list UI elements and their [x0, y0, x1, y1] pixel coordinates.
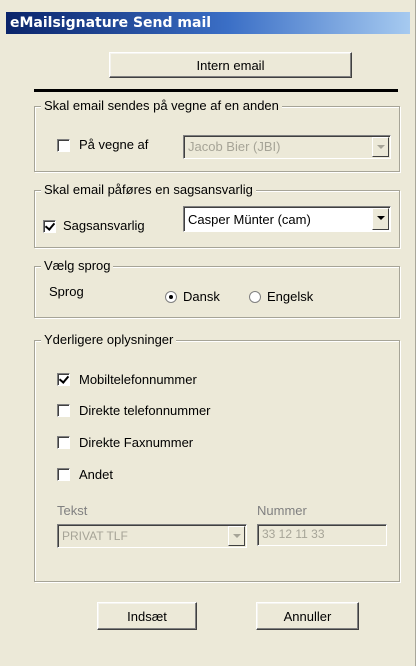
title-bar[interactable]: eMailsignature Send mail [6, 12, 410, 34]
case-responsible-label: Sagsansvarlig [63, 218, 145, 233]
info-group-legend: Yderligere oplysninger [41, 332, 177, 347]
radio-dansk-label: Dansk [183, 289, 220, 304]
case-group: Skal email påføres en sagsansvarlig Sags… [34, 182, 400, 248]
text-label: Tekst [57, 503, 88, 518]
behalf-combo[interactable]: Jacob Bier (JBI) [183, 135, 391, 159]
chevron-down-icon[interactable] [372, 137, 389, 157]
case-responsible-combo-value: Casper Münter (cam) [188, 212, 311, 227]
cancel-button[interactable]: Annuller [256, 602, 359, 630]
text-combo-value: PRIVAT TLF [62, 529, 128, 543]
number-label: Nummer [257, 503, 307, 518]
direct-fax-label: Direkte Faxnummer [79, 435, 194, 450]
case-group-legend: Skal email påføres en sagsansvarlig [41, 182, 256, 197]
radio-dansk[interactable] [165, 291, 177, 303]
text-combo[interactable]: PRIVAT TLF [57, 524, 247, 548]
case-responsible-checkbox[interactable] [43, 220, 56, 233]
mobile-number-label: Mobiltelefonnummer [79, 372, 197, 387]
language-group-legend: Vælg sprog [41, 258, 114, 273]
mobile-number-checkbox[interactable] [57, 373, 70, 386]
behalf-checkbox[interactable] [57, 139, 70, 152]
intern-email-button[interactable]: Intern email [109, 52, 352, 78]
case-responsible-combo[interactable]: Casper Münter (cam) [183, 206, 391, 232]
chevron-down-icon[interactable] [372, 208, 389, 230]
behalf-combo-value: Jacob Bier (JBI) [188, 139, 281, 154]
radio-engelsk[interactable] [249, 291, 261, 303]
number-field[interactable]: 33 12 11 33 [257, 524, 387, 546]
number-field-value: 33 12 11 33 [262, 527, 325, 541]
behalf-checkbox-label: På vegne af [79, 137, 149, 152]
window-title: eMailsignature Send mail [10, 15, 212, 31]
chevron-down-icon[interactable] [228, 526, 245, 546]
radio-engelsk-label: Engelsk [267, 289, 314, 304]
direct-phone-label: Direkte telefonnummer [79, 403, 211, 418]
send-mail-window: eMailsignature Send mail Intern email Sk… [0, 0, 416, 666]
behalf-group: Skal email sendes på vegne af en anden P… [34, 98, 400, 172]
separator-line [34, 89, 398, 92]
info-group: Yderligere oplysninger Mobiltelefonnumme… [34, 332, 400, 582]
other-label: Andet [79, 467, 113, 482]
behalf-group-legend: Skal email sendes på vegne af en anden [41, 98, 282, 113]
language-label: Sprog [49, 284, 84, 299]
direct-fax-checkbox[interactable] [57, 436, 70, 449]
direct-phone-checkbox[interactable] [57, 404, 70, 417]
insert-button[interactable]: Indsæt [97, 602, 197, 630]
other-checkbox[interactable] [57, 468, 70, 481]
language-group: Vælg sprog Sprog Dansk Engelsk [34, 258, 400, 318]
